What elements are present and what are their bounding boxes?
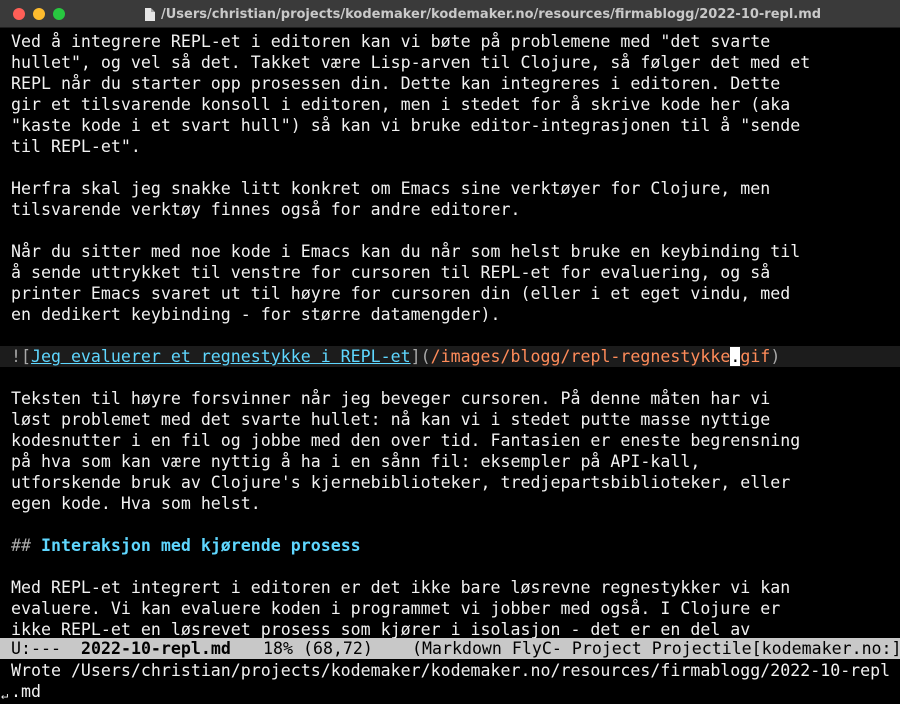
heading-marker: ## <box>11 536 31 555</box>
document-icon <box>145 7 155 21</box>
buffer-line: Herfra skal jeg snakke litt konkret om E… <box>11 179 771 198</box>
image-url[interactable]: /images/blogg/repl-regnestykke <box>431 347 731 366</box>
image-url-ext[interactable]: gif <box>740 347 770 366</box>
markdown-heading: ## Interaksjon med kjørende prosess <box>11 535 361 556</box>
buffer-line: en dedikert keybinding - for større data… <box>11 305 501 324</box>
buffer-line: på hva som kan være nyttig å ha i en sån… <box>11 452 701 471</box>
title-bar: /Users/christian/projects/kodemaker/kode… <box>0 0 900 28</box>
buffer-line: utforskende bruk av Clojure's kjernebibl… <box>11 473 791 492</box>
buffer-line: egen kode. Hva som helst. <box>11 494 261 513</box>
buffer-line: gir et tilsvarende konsoll i editoren, m… <box>11 95 791 114</box>
modeline-status: U:--- <box>11 639 61 658</box>
buffer-line: tilsvarende verktøy finnes også for andr… <box>11 200 521 219</box>
text-cursor: . <box>730 347 741 366</box>
buffer-line: kodesnutter i en fil og jobbe med den ov… <box>11 431 801 450</box>
buffer-line: Med REPL-et integrert i editoren er det … <box>11 578 791 597</box>
window-title-text: /Users/christian/projects/kodemaker/kode… <box>161 6 822 22</box>
modeline-buffer-name[interactable]: 2022-10-repl.md <box>81 638 231 659</box>
buffer-line: evaluere. Vi kan evaluere koden i progra… <box>11 599 781 618</box>
minimize-window-button[interactable] <box>33 8 45 20</box>
modeline-position: 18% (68,72) <box>263 639 373 658</box>
buffer-line: Når du sitter med noe kode i Emacs kan d… <box>11 242 801 261</box>
buffer-line: å sende uttrykket til venstre for cursor… <box>11 263 771 282</box>
buffer-line: løst problemet med det svarte hullet: nå… <box>11 410 771 429</box>
mode-line[interactable]: U:--- 2022-10-repl.md 18% (68,72) (Markd… <box>0 638 900 659</box>
buffer-line: Teksten til høyre forsvinner når jeg bev… <box>11 389 771 408</box>
window-title: /Users/christian/projects/kodemaker/kode… <box>145 6 821 22</box>
buffer-line: ikke REPL-et en løsrevet prosess som kjø… <box>11 620 751 638</box>
buffer-line: hullet", og vel så det. Takket være Lisp… <box>11 53 811 72</box>
image-close-paren: ) <box>770 347 781 366</box>
close-window-button[interactable] <box>13 8 25 20</box>
buffer-line: "kaste kode i et svart hull") så kan vi … <box>11 116 801 135</box>
image-bracket-paren: ]( <box>410 347 431 366</box>
modeline-modes[interactable]: (Markdown FlyC- Project Projectile[kodem… <box>412 638 900 659</box>
heading-text: Interaksjon med kjørende prosess <box>40 536 361 555</box>
buffer-line: Ved å integrere REPL-et i editoren kan v… <box>11 32 771 51</box>
buffer-line: printer Emacs svaret ut til høyre for cu… <box>11 284 791 303</box>
zoom-window-button[interactable] <box>53 8 65 20</box>
image-alt-text[interactable]: Jeg evaluerer et regnestykke i REPL-et <box>31 347 411 366</box>
minibuffer-message: Wrote /Users/christian/projects/kodemake… <box>11 661 891 680</box>
buffer-line: REPL når du starter opp prosessen din. D… <box>11 74 781 93</box>
image-link-line[interactable]: ![Jeg evaluerer et regnestykke i REPL-et… <box>11 346 780 367</box>
line-wrap-icon: ↵ <box>1 688 9 702</box>
editor-buffer[interactable]: Ved å integrere REPL-et i editoren kan v… <box>0 28 900 638</box>
minibuffer-message-continued: .md <box>11 682 41 701</box>
buffer-line: til REPL-et". <box>11 137 141 156</box>
emacs-window: /Users/christian/projects/kodemaker/kode… <box>0 0 900 704</box>
image-bang-bracket: ![ <box>11 347 31 366</box>
